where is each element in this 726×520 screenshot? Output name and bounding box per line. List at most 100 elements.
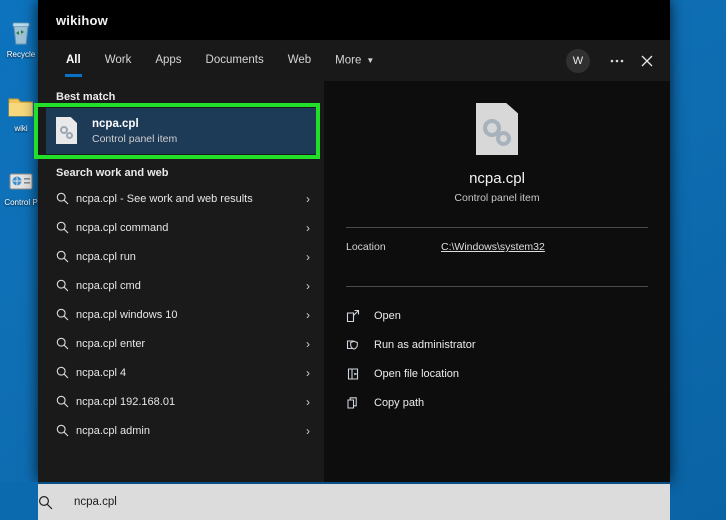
action-label: Open bbox=[374, 309, 401, 322]
best-match-item[interactable]: ncpa.cpl Control panel item bbox=[46, 108, 316, 154]
ellipsis-icon[interactable] bbox=[602, 46, 632, 76]
preview-pane: ncpa.cpl Control panel item Location C:\… bbox=[324, 81, 670, 482]
control-panel-file-icon bbox=[56, 117, 80, 145]
result-label: ncpa.cpl windows 10 bbox=[76, 308, 178, 321]
panel-body: Best match ncpa.cpl Control panel item S… bbox=[34, 81, 670, 482]
desktop-icon-control-panel[interactable]: Control P bbox=[0, 166, 42, 207]
search-icon bbox=[56, 279, 76, 292]
result-label: ncpa.cpl command bbox=[76, 221, 169, 234]
location-row: Location C:\Windows\system32 bbox=[346, 228, 648, 266]
action-run-as-administrator[interactable]: Run as administrator bbox=[346, 330, 648, 359]
location-link[interactable]: C:\Windows\system32 bbox=[441, 241, 545, 253]
chevron-right-icon: › bbox=[306, 220, 310, 235]
tab-label: Documents bbox=[205, 54, 264, 66]
open-icon bbox=[346, 309, 374, 323]
action-list: Open Run as administrator Open file loca… bbox=[346, 287, 648, 417]
result-row-7[interactable]: ncpa.cpl 192.168.01 › bbox=[38, 387, 324, 416]
chevron-right-icon: › bbox=[306, 307, 310, 322]
desktop-icon-wiki-folder[interactable]: wiki bbox=[0, 92, 42, 133]
result-row-1[interactable]: ncpa.cpl command › bbox=[38, 213, 324, 242]
action-copy-path[interactable]: Copy path bbox=[346, 388, 648, 417]
result-row-6[interactable]: ncpa.cpl 4 › bbox=[38, 358, 324, 387]
search-icon bbox=[56, 250, 76, 263]
search-icon bbox=[56, 424, 76, 437]
tab-label: Web bbox=[287, 54, 312, 66]
chevron-right-icon: › bbox=[306, 365, 310, 380]
result-row-8[interactable]: ncpa.cpl admin › bbox=[38, 416, 324, 445]
result-label: ncpa.cpl 192.168.01 bbox=[76, 395, 176, 408]
tab-label: All bbox=[66, 54, 81, 66]
search-work-web-header: Search work and web bbox=[56, 167, 169, 179]
desktop-icon-label: wiki bbox=[14, 124, 28, 133]
search-icon bbox=[38, 495, 74, 510]
search-input-value[interactable]: ncpa.cpl bbox=[74, 496, 117, 508]
search-icon bbox=[56, 337, 76, 350]
close-icon[interactable] bbox=[632, 46, 662, 76]
search-icon bbox=[56, 192, 76, 205]
avatar[interactable]: W bbox=[566, 48, 590, 73]
search-icon bbox=[56, 308, 76, 321]
control-panel-icon bbox=[6, 166, 36, 196]
result-label: ncpa.cpl run bbox=[76, 250, 136, 263]
action-open[interactable]: Open bbox=[346, 301, 648, 330]
best-match-text: ncpa.cpl Control panel item bbox=[92, 117, 177, 146]
action-open-file-location[interactable]: Open file location bbox=[346, 359, 648, 388]
taskbar-left-strip bbox=[0, 482, 38, 520]
best-match-header: Best match bbox=[56, 91, 116, 103]
search-panel: wikihow All Work Apps Documents Web More… bbox=[34, 0, 670, 482]
search-icon bbox=[56, 221, 76, 234]
tab-label: Apps bbox=[155, 54, 182, 66]
search-icon bbox=[56, 395, 76, 408]
header-actions: W bbox=[566, 40, 662, 81]
chevron-right-icon: › bbox=[306, 249, 310, 264]
result-row-3[interactable]: ncpa.cpl cmd › bbox=[38, 271, 324, 300]
tab-all[interactable]: All bbox=[54, 40, 93, 81]
preview-subtitle: Control panel item bbox=[454, 192, 540, 204]
best-match-subtitle: Control panel item bbox=[92, 132, 178, 145]
desktop-icon-label: Recycle bbox=[6, 50, 36, 59]
control-panel-file-icon-large bbox=[476, 103, 518, 155]
tab-label: Work bbox=[104, 54, 132, 66]
tab-web[interactable]: Web bbox=[276, 40, 323, 81]
tab-work[interactable]: Work bbox=[93, 40, 144, 81]
best-match-wrapper: ncpa.cpl Control panel item bbox=[34, 103, 324, 159]
copy-icon bbox=[346, 396, 374, 410]
tab-documents[interactable]: Documents bbox=[194, 40, 276, 81]
desktop-icon-recycle-bin[interactable]: Recycle bbox=[0, 18, 42, 59]
window-title: wikihow bbox=[56, 12, 108, 28]
result-label: ncpa.cpl - See work and web results bbox=[76, 192, 253, 205]
tab-bar: All Work Apps Documents Web More ▼ W bbox=[38, 40, 670, 81]
result-row-2[interactable]: ncpa.cpl run › bbox=[38, 242, 324, 271]
preview-hero: ncpa.cpl Control panel item bbox=[346, 81, 648, 207]
recycle-bin-icon bbox=[6, 18, 36, 48]
tab-label: More bbox=[335, 54, 362, 67]
avatar-initial: W bbox=[572, 54, 584, 67]
folder-location-icon bbox=[346, 367, 374, 381]
window-titlebar: wikihow bbox=[38, 0, 670, 40]
tab-apps[interactable]: Apps bbox=[143, 40, 193, 81]
action-label: Run as administrator bbox=[374, 338, 476, 351]
action-label: Copy path bbox=[374, 396, 425, 409]
folder-icon bbox=[6, 92, 36, 122]
desktop-icon-label: Control P bbox=[4, 198, 38, 207]
chevron-right-icon: › bbox=[306, 336, 310, 351]
chevron-right-icon: › bbox=[306, 191, 310, 206]
chevron-right-icon: › bbox=[306, 278, 310, 293]
screen: Recycle wiki Control P wikihow All Work … bbox=[0, 0, 726, 520]
result-row-4[interactable]: ncpa.cpl windows 10 › bbox=[38, 300, 324, 329]
action-label: Open file location bbox=[374, 367, 459, 380]
result-label: ncpa.cpl cmd bbox=[76, 279, 141, 292]
best-match-title: ncpa.cpl bbox=[92, 117, 139, 130]
result-row-0[interactable]: ncpa.cpl - See work and web results › bbox=[38, 184, 324, 213]
results-list: Best match ncpa.cpl Control panel item S… bbox=[34, 81, 324, 482]
result-label: ncpa.cpl enter bbox=[76, 337, 146, 350]
shield-run-icon bbox=[346, 338, 374, 352]
chevron-right-icon: › bbox=[306, 394, 310, 409]
tab-more[interactable]: More ▼ bbox=[323, 40, 386, 81]
preview-title: ncpa.cpl bbox=[469, 170, 525, 187]
taskbar-search-box[interactable]: ncpa.cpl bbox=[38, 482, 670, 520]
location-label: Location bbox=[346, 241, 386, 253]
result-row-5[interactable]: ncpa.cpl enter › bbox=[38, 329, 324, 358]
chevron-down-icon: ▼ bbox=[366, 56, 375, 65]
result-label: ncpa.cpl admin bbox=[76, 424, 150, 437]
